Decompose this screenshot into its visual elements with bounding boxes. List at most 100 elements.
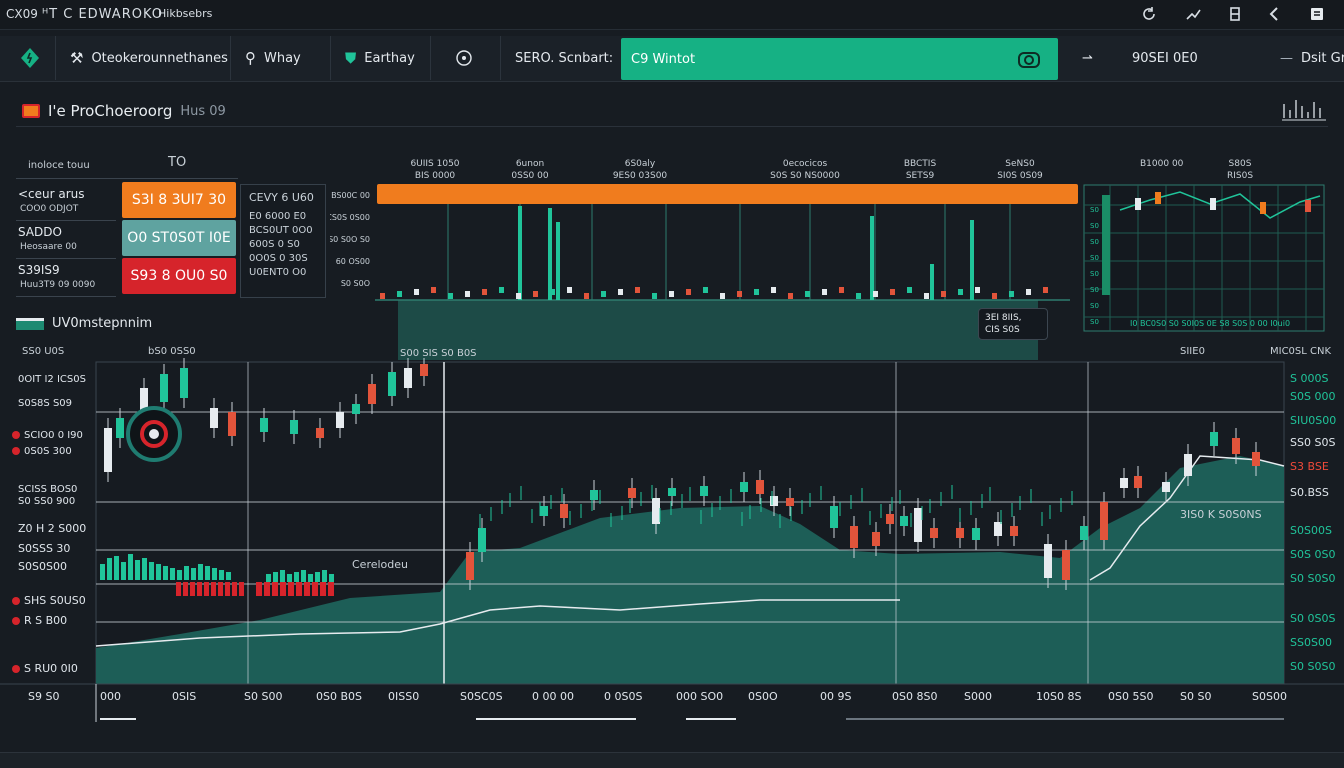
- baseline-candle: [873, 291, 878, 297]
- column-header: 6unon: [516, 159, 544, 169]
- volume-bar: [198, 564, 203, 580]
- right-axis-label: S0.BSS: [1290, 486, 1329, 499]
- candle-body: [914, 508, 922, 542]
- candle-body: [740, 482, 748, 492]
- ladder-price-button[interactable]: O0 ST0S0T I0E: [122, 220, 236, 256]
- chart-annotation-right: 3IS0 K S0S0NS: [1180, 508, 1262, 521]
- volume-bar: [294, 572, 299, 582]
- candle-body: [930, 528, 938, 538]
- candle-body: [368, 384, 376, 404]
- left-axis-label: S RU0 0I0: [12, 662, 78, 675]
- camera-icon: [1018, 52, 1040, 68]
- toolbar-item-price[interactable]: 90SEI 0E0: [1118, 36, 1278, 80]
- back-icon[interactable]: [1266, 5, 1284, 23]
- ladder-row-sub: Heosaare 00: [20, 242, 77, 252]
- toolbar-item-search[interactable]: SERO. Scnbart:: [501, 36, 621, 80]
- ladder-price-button[interactable]: S3I 8 3UI7 30: [122, 182, 236, 218]
- baseline-candle: [992, 293, 997, 299]
- ladder-row-divider: [16, 296, 116, 297]
- indicator-dot: [149, 429, 159, 439]
- scroll-thumb: [476, 718, 636, 720]
- volume-bar-red: [256, 582, 262, 596]
- left-axis-text: Z0 H 2 S000: [18, 522, 87, 535]
- volume-bar: [219, 570, 224, 580]
- active-tab[interactable]: C9 Wintot: [621, 38, 1058, 80]
- toolbar-item-right[interactable]: — Dsit Gr: [1276, 36, 1344, 80]
- baseline-candle: [499, 287, 504, 293]
- time-axis-label: 0 0S0S: [604, 690, 643, 703]
- time-axis-label: 10S0 8S: [1036, 690, 1082, 703]
- left-axis-text: SCISS BOS0: [18, 484, 78, 495]
- toolbar-item-one-label: Oteokerounnethanes: [91, 50, 228, 66]
- left-axis-text: SCIO0 0 I90: [24, 430, 83, 441]
- column-header: SeNS0: [1005, 159, 1035, 169]
- refresh-icon[interactable]: [1140, 5, 1158, 23]
- candle-body: [1232, 438, 1240, 454]
- candle-body: [886, 514, 894, 524]
- ladder-row-sub: COO0 ODJOT: [20, 204, 79, 214]
- toolbar-item-two-label: Whay: [264, 50, 301, 66]
- section-col-a: SS0 U0S: [22, 346, 65, 357]
- mini-axis-label: S0: [1090, 270, 1099, 278]
- section-right-a: SIIE0: [1180, 346, 1205, 357]
- time-axis-label: S0 S00: [244, 690, 283, 703]
- ladder-caption: inoloce touu: [28, 160, 90, 171]
- left-axis-text: S0 SS0 900: [18, 496, 76, 507]
- main-price-chart[interactable]: [0, 358, 1344, 768]
- time-axis-label: 0 00 00: [532, 690, 574, 703]
- ladder-price-button[interactable]: S93 8 OU0 S0: [122, 258, 236, 294]
- baseline-candle: [652, 293, 657, 299]
- right-axis-label: S0S 0S0: [1290, 548, 1336, 561]
- order-book-row: 600S 0 S0: [249, 239, 300, 250]
- mini-candle: [1135, 198, 1141, 210]
- volume-bar-red: [197, 582, 202, 596]
- price-callout: 3EI 8IIS, CIS S0S: [978, 308, 1048, 340]
- order-book-row: U0ENT0 O0: [249, 267, 307, 278]
- volume-bar-red: [272, 582, 278, 596]
- logo-button[interactable]: [0, 36, 56, 80]
- status-bar: [0, 752, 1344, 768]
- volume-bar: [163, 566, 168, 580]
- candle-body: [1134, 476, 1142, 488]
- toolbar-item-right-label: Dsit Gr: [1301, 50, 1344, 66]
- time-axis-label: 0S0 B0S: [316, 690, 363, 703]
- left-axis-label: S0SSS 30: [18, 542, 70, 555]
- baseline-candle: [805, 291, 810, 297]
- target-button[interactable]: [431, 36, 501, 80]
- left-axis-label: SCIO0 0 I90: [12, 430, 83, 441]
- right-axis-label: S3 BSE: [1290, 460, 1329, 473]
- toolbar-item-two[interactable]: ⚲ Whay: [231, 36, 331, 80]
- active-tab-label: C9 Wintot: [631, 51, 696, 67]
- arrow-button[interactable]: ⇀: [1068, 36, 1114, 80]
- baseline-candle: [703, 287, 708, 293]
- bookmark-icon[interactable]: [1226, 5, 1244, 23]
- window-icon[interactable]: [1308, 5, 1326, 23]
- baseline-candle: [431, 287, 436, 293]
- volume-spike: [518, 206, 522, 300]
- ladder-row-label: S39IS9: [18, 263, 60, 277]
- ladder-row-sub: Huu3T9 09 0090: [20, 280, 96, 290]
- left-axis-label: S0 SS0 900: [18, 496, 75, 507]
- candle-body: [900, 516, 908, 526]
- volume-bar: [107, 558, 112, 580]
- baseline-candle: [890, 289, 895, 295]
- column-header: SI0S 0S09: [997, 171, 1043, 181]
- toolbar-item-three[interactable]: ⛊ Earthay: [331, 36, 431, 80]
- trend-icon[interactable]: [1184, 5, 1202, 23]
- candle-body: [786, 498, 794, 506]
- mini-candle: [1155, 192, 1161, 204]
- candle-body: [1080, 526, 1088, 540]
- volume-bar-red: [176, 582, 181, 596]
- mini-chart-icon[interactable]: [1282, 96, 1326, 126]
- time-axis-label: 00 9S: [820, 690, 852, 703]
- toolbar-item-one[interactable]: ⚒ Oteokerounnethanes: [56, 36, 231, 80]
- right-axis-label: S 000S: [1290, 372, 1329, 385]
- baseline-candle: [448, 293, 453, 299]
- mini-axis-label: S0: [1090, 318, 1099, 326]
- candle-body: [116, 418, 124, 438]
- time-axis-label: 0ISS0: [388, 690, 420, 703]
- baseline-candle: [482, 289, 487, 295]
- tool-icon: ⚒: [70, 49, 84, 67]
- candle-body: [756, 480, 764, 494]
- orange-range-bar: [377, 184, 1078, 204]
